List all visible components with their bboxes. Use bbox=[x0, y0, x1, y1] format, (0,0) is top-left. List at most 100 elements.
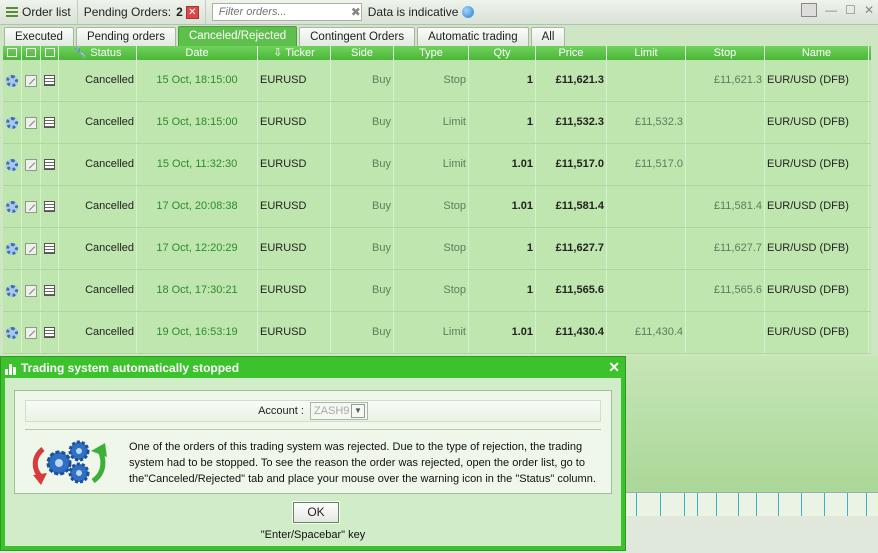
row-settings-cell[interactable] bbox=[3, 102, 22, 143]
table-row[interactable]: Cancelled 19 Oct, 16:53:19 EURUSD Buy Li… bbox=[3, 312, 871, 354]
gear-icon[interactable] bbox=[6, 116, 18, 129]
row-details-cell[interactable] bbox=[41, 312, 59, 353]
document-icon[interactable] bbox=[44, 201, 55, 212]
row-edit-cell[interactable] bbox=[22, 144, 41, 185]
filter-orders-input[interactable] bbox=[216, 5, 351, 19]
col-header-qty[interactable]: Qty bbox=[469, 46, 536, 60]
order-list-label: Order list bbox=[22, 5, 71, 19]
document-icon[interactable] bbox=[44, 243, 55, 254]
wrench-icon: 🔧 bbox=[73, 47, 88, 59]
close-pending-icon[interactable]: ✕ bbox=[185, 5, 199, 19]
row-edit-cell[interactable] bbox=[22, 228, 41, 269]
status-cell: Cancelled bbox=[59, 186, 137, 227]
filter-orders-box[interactable]: ✖ bbox=[211, 3, 362, 21]
dialog-panel: Account : ZASH9 ▼ One of the orders of t… bbox=[14, 390, 612, 494]
dialog-title-bar[interactable]: Trading system automatically stopped bbox=[1, 357, 625, 378]
ok-button[interactable]: OK bbox=[292, 501, 340, 524]
document-icon[interactable] bbox=[44, 327, 55, 338]
col-header-status[interactable]: 🔧 Status bbox=[59, 46, 137, 60]
gear-icon[interactable] bbox=[6, 242, 18, 255]
col-header-side[interactable]: Side bbox=[331, 46, 394, 60]
document-icon[interactable] bbox=[44, 159, 55, 170]
row-details-cell[interactable] bbox=[41, 102, 59, 143]
gear-icon[interactable] bbox=[6, 158, 18, 171]
edit-icon[interactable] bbox=[25, 200, 37, 213]
volume-bar bbox=[778, 493, 779, 517]
header-doc-icon bbox=[44, 48, 55, 57]
row-settings-cell[interactable] bbox=[3, 228, 22, 269]
row-edit-cell[interactable] bbox=[22, 270, 41, 311]
table-header: 🔧 Status Date ⇩ Ticker Side Type Qty Pri… bbox=[3, 46, 871, 60]
row-settings-cell[interactable] bbox=[3, 270, 22, 311]
col-header-stop[interactable]: Stop bbox=[686, 46, 765, 60]
stop-cell: £11,627.7 bbox=[686, 228, 765, 269]
edit-icon[interactable] bbox=[25, 284, 37, 297]
row-settings-cell[interactable] bbox=[3, 186, 22, 227]
tab-executed[interactable]: Executed bbox=[4, 27, 74, 46]
tab-contingent-orders[interactable]: Contingent Orders bbox=[299, 27, 416, 46]
edit-icon[interactable] bbox=[25, 74, 37, 87]
table-row[interactable]: Cancelled 17 Oct, 20:08:38 EURUSD Buy St… bbox=[3, 186, 871, 228]
table-row[interactable]: Cancelled 15 Oct, 18:15:00 EURUSD Buy Li… bbox=[3, 102, 871, 144]
qty-cell: 1.01 bbox=[469, 186, 536, 227]
col-header-status-label: Status bbox=[90, 47, 122, 59]
row-edit-cell[interactable] bbox=[22, 312, 41, 353]
row-edit-cell[interactable] bbox=[22, 102, 41, 143]
account-select[interactable]: ZASH9 ▼ bbox=[309, 402, 368, 420]
col-header-price[interactable]: Price bbox=[536, 46, 607, 60]
tab-canceled-rejected[interactable]: Canceled/Rejected bbox=[177, 26, 298, 47]
keyboard-hint: "Enter/Spacebar" key bbox=[260, 529, 366, 541]
clear-filter-icon[interactable]: ✖ bbox=[351, 5, 361, 19]
row-details-cell[interactable] bbox=[41, 60, 59, 101]
row-settings-cell[interactable] bbox=[3, 312, 22, 353]
globe-icon bbox=[462, 6, 475, 18]
document-icon[interactable] bbox=[44, 285, 55, 296]
col-header-date[interactable]: Date bbox=[137, 46, 258, 60]
row-edit-cell[interactable] bbox=[22, 186, 41, 227]
tab-all[interactable]: All bbox=[530, 27, 566, 46]
col-header-ticker[interactable]: ⇩ Ticker bbox=[258, 46, 331, 60]
price-cell: £11,621.3 bbox=[536, 60, 607, 101]
row-settings-cell[interactable] bbox=[3, 60, 22, 101]
document-icon[interactable] bbox=[44, 75, 55, 86]
gear-icon[interactable] bbox=[6, 284, 18, 297]
edit-icon[interactable] bbox=[25, 116, 37, 129]
row-settings-cell[interactable] bbox=[3, 144, 22, 185]
table-row[interactable]: Cancelled 15 Oct, 11:32:30 EURUSD Buy Li… bbox=[3, 144, 871, 186]
row-details-cell[interactable] bbox=[41, 144, 59, 185]
row-details-cell[interactable] bbox=[41, 228, 59, 269]
maximize-icon[interactable]: ☐ bbox=[845, 3, 856, 17]
account-value: ZASH9 bbox=[313, 405, 350, 417]
ticker-cell: EURUSD bbox=[258, 102, 331, 143]
minimize-icon[interactable]: — bbox=[825, 3, 837, 17]
edit-icon[interactable] bbox=[25, 242, 37, 255]
row-edit-cell[interactable] bbox=[22, 60, 41, 101]
close-window-icon[interactable]: ✕ bbox=[864, 3, 874, 17]
row-details-cell[interactable] bbox=[41, 186, 59, 227]
table-row[interactable]: Cancelled 18 Oct, 17:30:21 EURUSD Buy St… bbox=[3, 270, 871, 312]
dialog-close-icon[interactable]: ✕ bbox=[608, 359, 620, 376]
gear-icon[interactable] bbox=[6, 74, 18, 87]
edit-icon[interactable] bbox=[25, 326, 37, 339]
edit-icon[interactable] bbox=[25, 158, 37, 171]
table-row[interactable]: Cancelled 17 Oct, 12:20:29 EURUSD Buy St… bbox=[3, 228, 871, 270]
tab-automatic-trading[interactable]: Automatic trading bbox=[417, 27, 529, 46]
ticker-cell: EURUSD bbox=[258, 60, 331, 101]
col-header-name[interactable]: Name bbox=[765, 46, 869, 60]
volume-bar bbox=[716, 493, 717, 517]
limit-cell bbox=[607, 270, 686, 311]
chevron-down-icon[interactable]: ▼ bbox=[350, 404, 365, 418]
gear-icon[interactable] bbox=[6, 200, 18, 213]
tab-pending-orders[interactable]: Pending orders bbox=[75, 27, 176, 46]
header-icon-col-2 bbox=[22, 46, 41, 60]
limit-cell: £11,517.0 bbox=[607, 144, 686, 185]
table-row[interactable]: Cancelled 15 Oct, 18:15:00 EURUSD Buy St… bbox=[3, 60, 871, 102]
price-cell: £11,565.6 bbox=[536, 270, 607, 311]
col-header-type[interactable]: Type bbox=[394, 46, 469, 60]
document-icon[interactable] bbox=[44, 117, 55, 128]
status-cell: Cancelled bbox=[59, 144, 137, 185]
row-details-cell[interactable] bbox=[41, 270, 59, 311]
col-header-limit[interactable]: Limit bbox=[607, 46, 686, 60]
print-icon[interactable] bbox=[801, 3, 818, 17]
gear-icon[interactable] bbox=[6, 326, 18, 339]
